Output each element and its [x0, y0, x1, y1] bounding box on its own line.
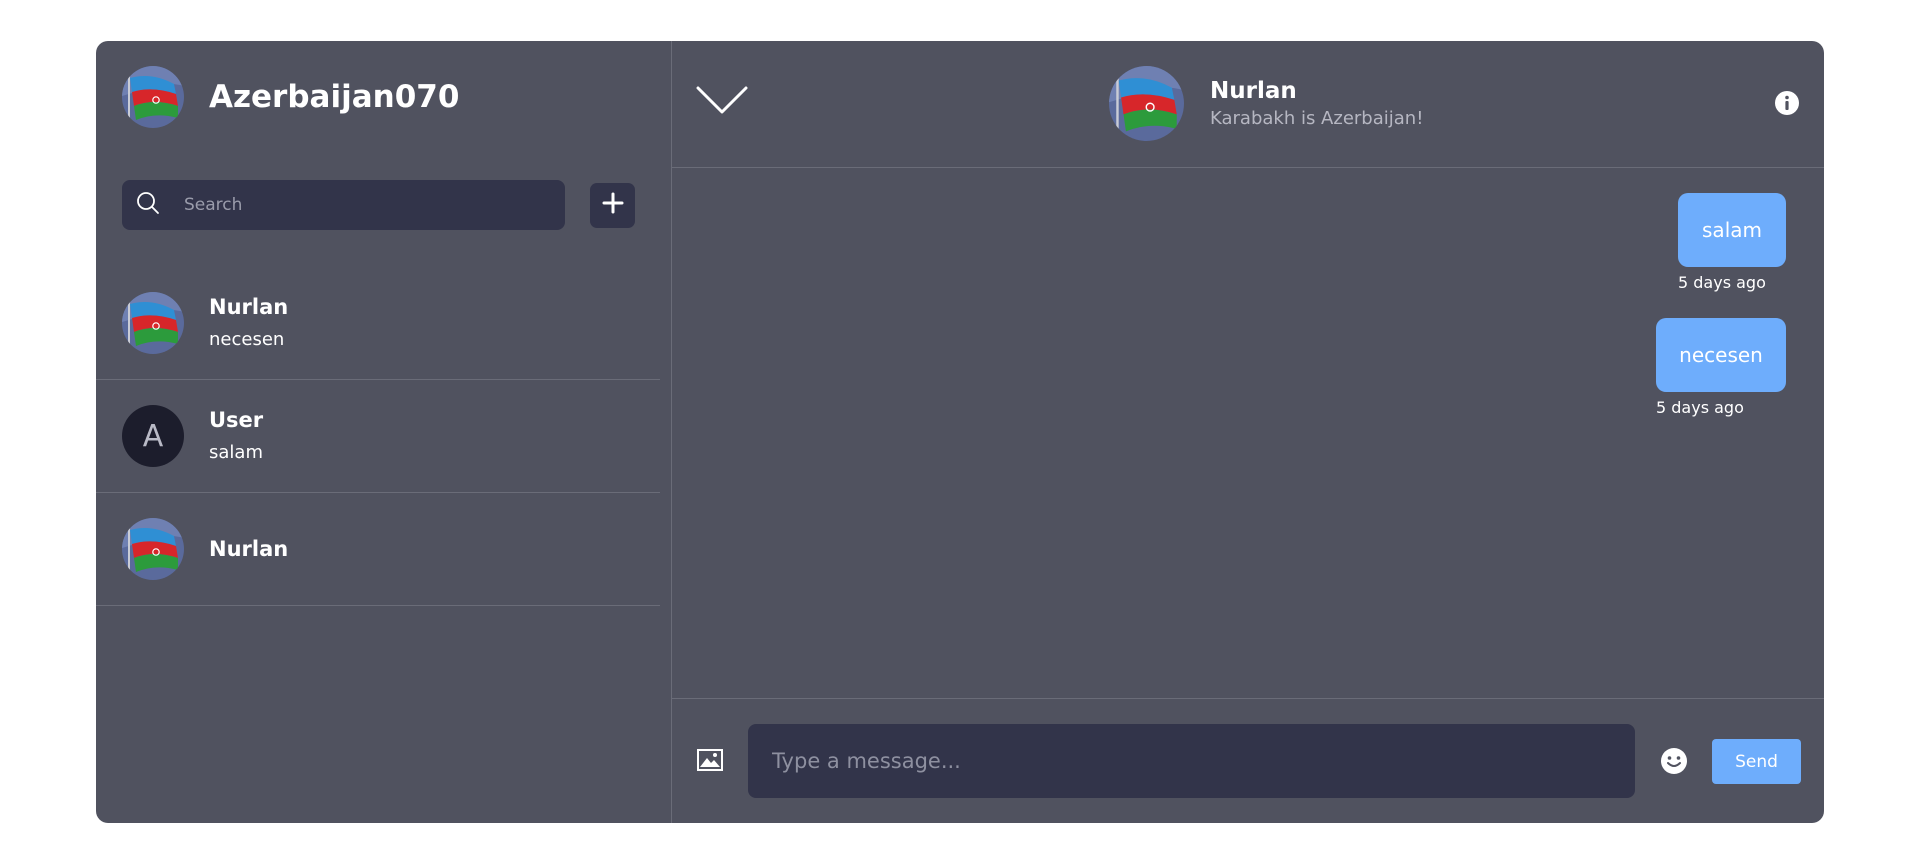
header-contact: Nurlan Karabakh is Azerbaijan!: [1109, 66, 1423, 141]
message-timestamp: 5 days ago: [1656, 398, 1744, 417]
message-composer: Send: [672, 698, 1824, 823]
chat-pane: Nurlan Karabakh is Azerbaijan! salam 5 d…: [672, 41, 1824, 823]
chat-list-item[interactable]: Nurlan necesen: [96, 267, 660, 380]
plus-icon: [602, 192, 624, 218]
profile-name: Azerbaijan070: [209, 79, 460, 115]
search-input[interactable]: [182, 194, 546, 216]
chat-header: Nurlan Karabakh is Azerbaijan!: [672, 41, 1824, 168]
chat-list-item[interactable]: Nurlan: [96, 493, 660, 606]
chat-item-text: Nurlan necesen: [209, 294, 288, 352]
chat-item-last-message: necesen: [209, 329, 285, 350]
message: necesen 5 days ago: [1656, 318, 1786, 417]
chevron-down-icon[interactable]: [696, 85, 748, 115]
message-bubble[interactable]: necesen: [1656, 318, 1786, 392]
message: salam 5 days ago: [1678, 193, 1786, 292]
chat-app: Azerbaijan070 Search Nurlan necesen A Us…: [96, 41, 1824, 823]
message-bubble[interactable]: salam: [1678, 193, 1786, 267]
header-contact-text: Nurlan Karabakh is Azerbaijan!: [1210, 77, 1423, 131]
message-timestamp: 5 days ago: [1678, 273, 1766, 292]
chat-list: Nurlan necesen A User salam Nurlan: [96, 267, 660, 606]
send-button[interactable]: Send: [1712, 739, 1801, 784]
contact-avatar: [122, 518, 184, 580]
profile-avatar[interactable]: [122, 66, 184, 128]
image-icon[interactable]: [697, 749, 723, 771]
sidebar: Azerbaijan070 Search Nurlan necesen A Us…: [96, 41, 672, 823]
search-icon: [136, 191, 160, 219]
message-input[interactable]: [748, 724, 1635, 798]
chat-item-name: Nurlan: [209, 537, 289, 561]
info-icon[interactable]: [1774, 90, 1800, 116]
search-box[interactable]: [122, 180, 565, 230]
profile-header: Azerbaijan070: [122, 66, 459, 128]
chat-item-name: Nurlan: [209, 295, 289, 319]
search-row: [122, 180, 635, 230]
message-list: salam 5 days ago necesen 5 days ago: [672, 168, 1824, 699]
chat-list-item[interactable]: A User salam: [96, 380, 660, 493]
chat-item-last-message: salam: [209, 442, 263, 463]
chat-item-name: User: [209, 408, 264, 432]
contact-avatar: [122, 292, 184, 354]
header-contact-status: Karabakh is Azerbaijan!: [1210, 107, 1424, 129]
chat-item-text: Nurlan: [209, 536, 288, 562]
add-chat-button[interactable]: [590, 182, 635, 228]
header-contact-avatar[interactable]: [1109, 66, 1184, 141]
contact-avatar: A: [122, 405, 184, 467]
header-contact-name: Nurlan: [1210, 77, 1297, 104]
emoji-icon[interactable]: [1660, 747, 1688, 775]
chat-item-text: User salam: [209, 407, 263, 465]
